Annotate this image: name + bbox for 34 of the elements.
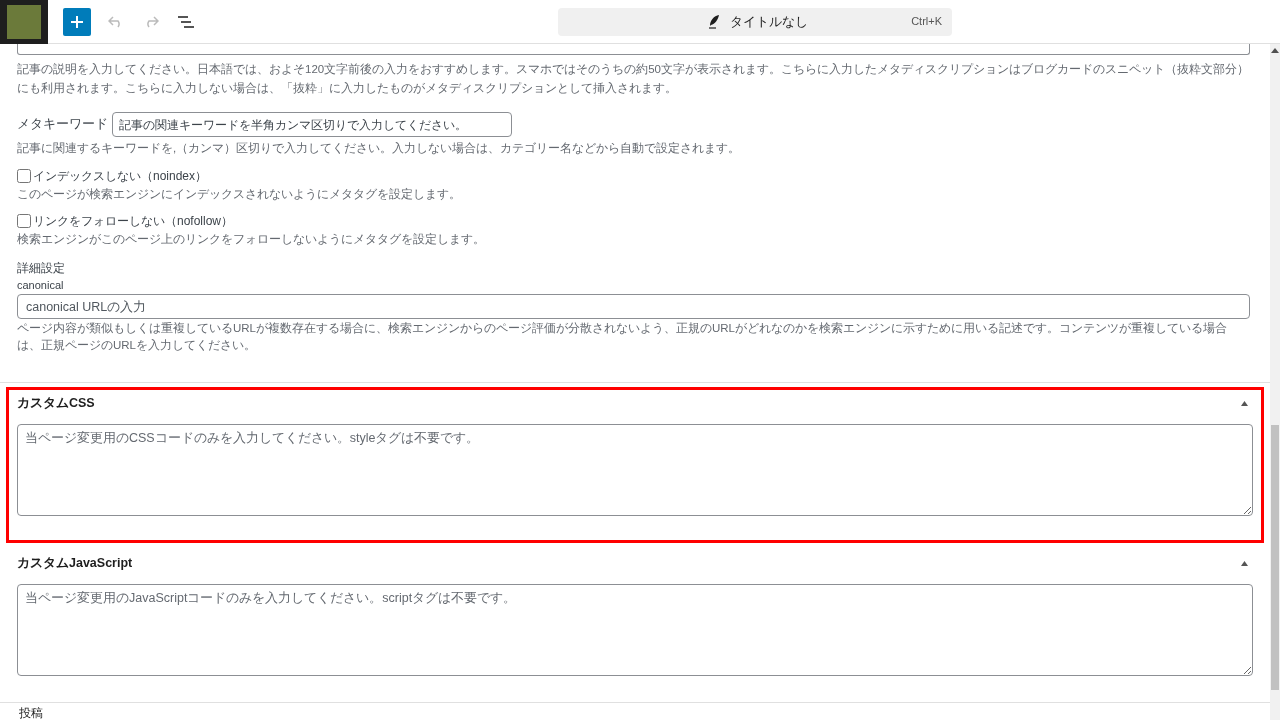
field-label: メタキーワード	[17, 116, 108, 134]
scrollbar[interactable]	[1270, 44, 1280, 720]
add-block-button[interactable]	[63, 7, 91, 36]
breadcrumb[interactable]: 投稿	[19, 705, 43, 720]
checkbox[interactable]	[17, 214, 31, 228]
checkbox[interactable]	[17, 169, 31, 183]
checkbox-label[interactable]: インデックスしない（noindex）	[33, 167, 208, 185]
panel-title[interactable]: カスタムJavaScript	[17, 553, 133, 573]
help-text: 記事の説明を入力してください。日本語では、およそ120文字前後の入力をおすすめします。スマホではそのうちの約50文字が表示されます。こちらに入力したメタディスクリプションはブログカードのスニペット（抜粋文部分）にも利用されます。こちらに入力しない場合は、「抜粋」に入力したものがメタディスクリプションとして挿入されます。	[17, 62, 1250, 97]
post-title: タイトルなし	[730, 12, 808, 31]
list-view-icon[interactable]	[178, 15, 194, 28]
panel-title[interactable]: カスタムCSS	[17, 393, 95, 413]
scrollbar-thumb[interactable]	[1271, 425, 1279, 690]
code-textarea[interactable]: 当ページ変更用のCSSコードのみを入力してください。styleタグは不要です。	[17, 424, 1253, 516]
field-label: canonical	[17, 278, 65, 293]
keyboard-shortcut: Ctrl+K	[911, 14, 942, 30]
checkbox-label[interactable]: リンクをフォローしない（nofollow）	[33, 212, 234, 230]
help-text: ページ内容が類似もしくは重複しているURLが複数存在する場合に、検索エンジンからのページ評価が分散されないよう、正規のURLがどれなのかを検索エンジンに示すために用いる記述です。コンテンツが重複している場合は、正規ページのURLを入力してください。	[17, 321, 1228, 353]
site-logo[interactable]	[0, 0, 48, 44]
plus-icon	[70, 14, 84, 29]
code-textarea[interactable]: 当ページ変更用のJavaScriptコードのみを入力してください。scriptタグは不要です。	[17, 584, 1253, 676]
keywords-input[interactable]: 記事の関連キーワードを半角カンマ区切りで入力してください。	[112, 112, 512, 137]
photo-placeholder	[7, 4, 41, 39]
help-text: このページが検索エンジンにインデックスされないようにメタタグを設定します。	[17, 187, 462, 203]
command-bar[interactable]: タイトルなし Ctrl+K	[558, 7, 952, 36]
description-textarea[interactable]	[17, 44, 1250, 55]
section-heading: 詳細設定	[17, 261, 66, 276]
help-text: 記事に関連するキーワードを,（カンマ）区切りで入力してください。入力しない場合は、カテゴリー名などから自動で設定されます。	[17, 141, 742, 157]
scroll-up-icon[interactable]	[1271, 48, 1279, 53]
feather-icon	[708, 14, 720, 29]
collapse-icon[interactable]	[1241, 560, 1248, 566]
help-text: 検索エンジンがこのページ上のリンクをフォローしないようにメタタグを設定します。	[17, 232, 486, 248]
canonical-input[interactable]: canonical URLの入力	[17, 294, 1250, 319]
collapse-icon[interactable]	[1241, 400, 1248, 406]
